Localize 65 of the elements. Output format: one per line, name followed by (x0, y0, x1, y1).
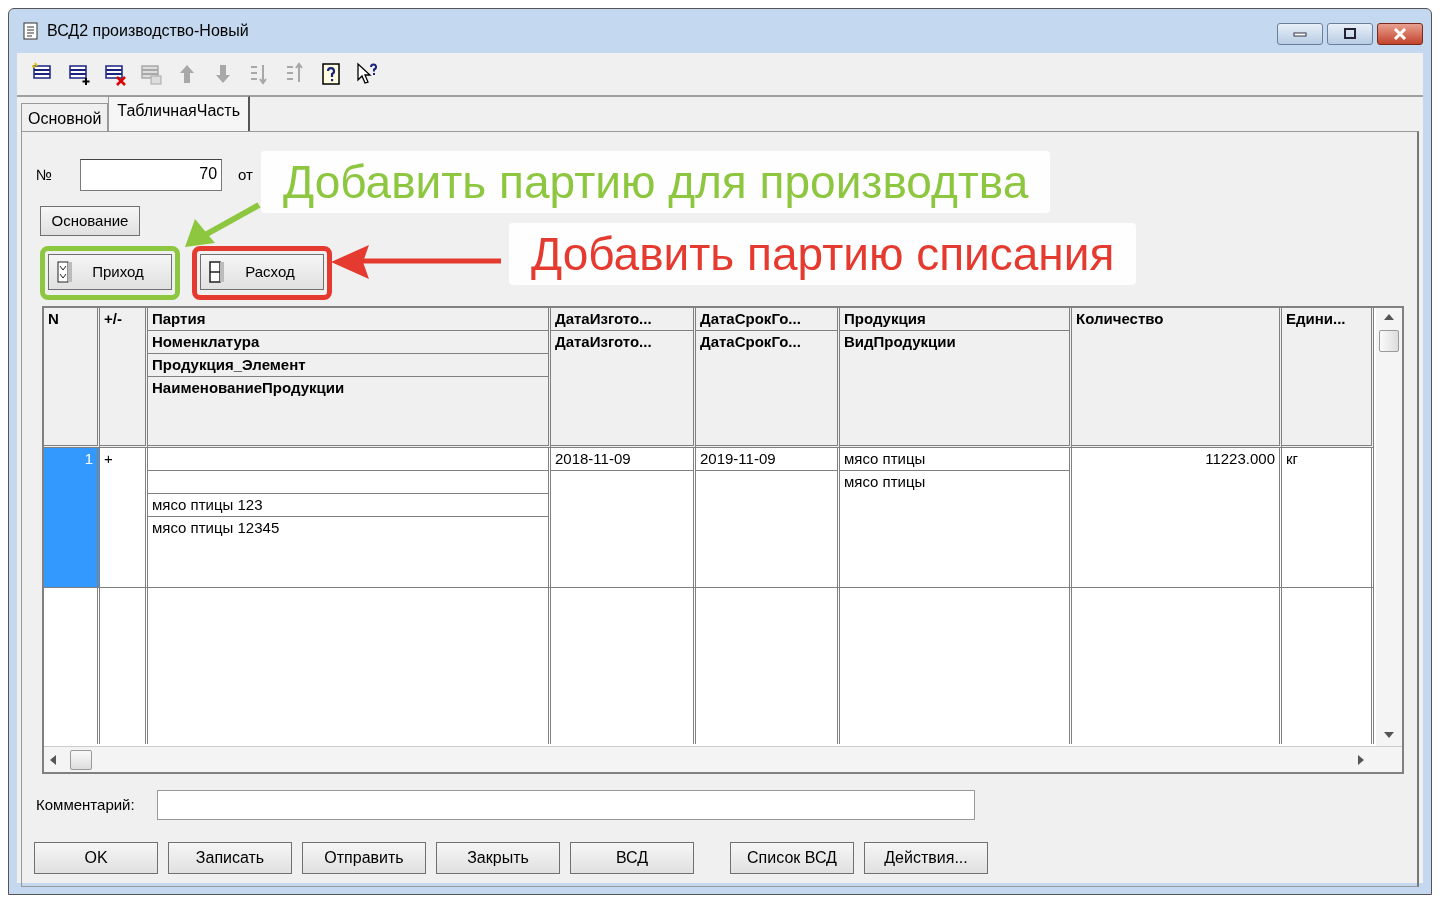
basis-button[interactable]: Основание (40, 206, 140, 236)
scrollbar-thumb[interactable] (70, 749, 92, 770)
comment-field[interactable] (156, 790, 975, 820)
column-header[interactable]: N (44, 308, 97, 331)
window-title: ВСД2 производство-Новый (47, 21, 249, 41)
dialog-button[interactable]: OK (34, 842, 158, 874)
callout-text: Добавить партию списания (509, 223, 1137, 285)
table-cell-text: мясо птицы 12345 (151, 518, 281, 538)
column-header[interactable]: Количество (1072, 308, 1279, 331)
table-cell: мясо птицы 123 (148, 494, 548, 517)
tab[interactable]: Основной (21, 103, 109, 131)
column-header[interactable]: Продукция_Элемент (148, 354, 548, 377)
comment-label: Комментарий: (36, 794, 135, 815)
table-cell: 2019-11-09 (696, 448, 837, 471)
maximize-icon (1343, 28, 1357, 40)
table-cell: мясо птицы (840, 448, 1069, 471)
column-header[interactable]: НаименованиеПродукции (148, 377, 548, 400)
add-line-button[interactable]: Приход (48, 254, 172, 290)
table-cell-text: + (103, 449, 114, 469)
table-cell: 2018-11-09 (551, 448, 693, 471)
column-header[interactable]: Партия (148, 308, 548, 331)
vertical-scrollbar[interactable] (1376, 308, 1402, 746)
table-cell-text: кг (1285, 449, 1300, 469)
column-header[interactable]: ВидПродукции (840, 331, 1069, 354)
close-icon (1392, 28, 1408, 40)
help-icon[interactable] (319, 62, 343, 86)
table-cell-text: мясо птицы (843, 472, 927, 492)
column-header[interactable]: Продукция (840, 308, 1069, 331)
column-header[interactable]: Едини... (1282, 308, 1371, 331)
callout-text: Добавить партию для производтва (261, 151, 1051, 213)
dialog-button[interactable]: ВСД (570, 842, 694, 874)
add-line-button[interactable]: Расход (200, 254, 324, 290)
table-cell-text: 11223.000 (1204, 449, 1276, 469)
document-icon (23, 22, 39, 40)
number-label: № (36, 164, 53, 185)
scroll-left-icon[interactable] (50, 754, 56, 765)
date-label: от (238, 164, 253, 185)
column-header[interactable]: ДатаИзгото... (551, 308, 693, 331)
column-header[interactable]: ДатаСрокГо... (696, 308, 837, 331)
table-cell-text: 1 (83, 449, 94, 469)
column-header[interactable]: ДатаСрокГо... (696, 331, 837, 354)
horizontal-scrollbar[interactable] (44, 746, 1402, 772)
column-header[interactable]: +/- (100, 308, 145, 331)
dialog-button[interactable]: Список ВСД (730, 842, 854, 874)
dialog-button[interactable]: Записать (168, 842, 292, 874)
delete-row-icon[interactable] (103, 62, 127, 86)
maximize-button[interactable] (1327, 23, 1373, 45)
document-icon (209, 261, 225, 283)
scrollbar-thumb[interactable] (1379, 330, 1399, 352)
dialog-button[interactable]: Закрыть (436, 842, 560, 874)
column-header[interactable]: ДатаИзгото... (551, 331, 693, 354)
minimize-button[interactable] (1277, 23, 1323, 45)
pointer-help-icon[interactable] (355, 62, 379, 86)
close-button[interactable] (1377, 23, 1423, 45)
column-header[interactable]: Номенклатура (148, 331, 548, 354)
dialog-button[interactable]: Действия... (864, 842, 988, 874)
scroll-down-icon[interactable] (1384, 732, 1394, 738)
document-icon (57, 261, 73, 283)
add-row-icon[interactable] (67, 62, 91, 86)
dialog-button[interactable]: Отправить (302, 842, 426, 874)
tab[interactable]: ТабличнаяЧасть (108, 96, 250, 131)
minimize-icon (1293, 31, 1307, 37)
scroll-right-icon[interactable] (1358, 754, 1364, 765)
number-field[interactable]: 70 (80, 159, 223, 191)
scroll-up-icon[interactable] (1384, 314, 1394, 320)
